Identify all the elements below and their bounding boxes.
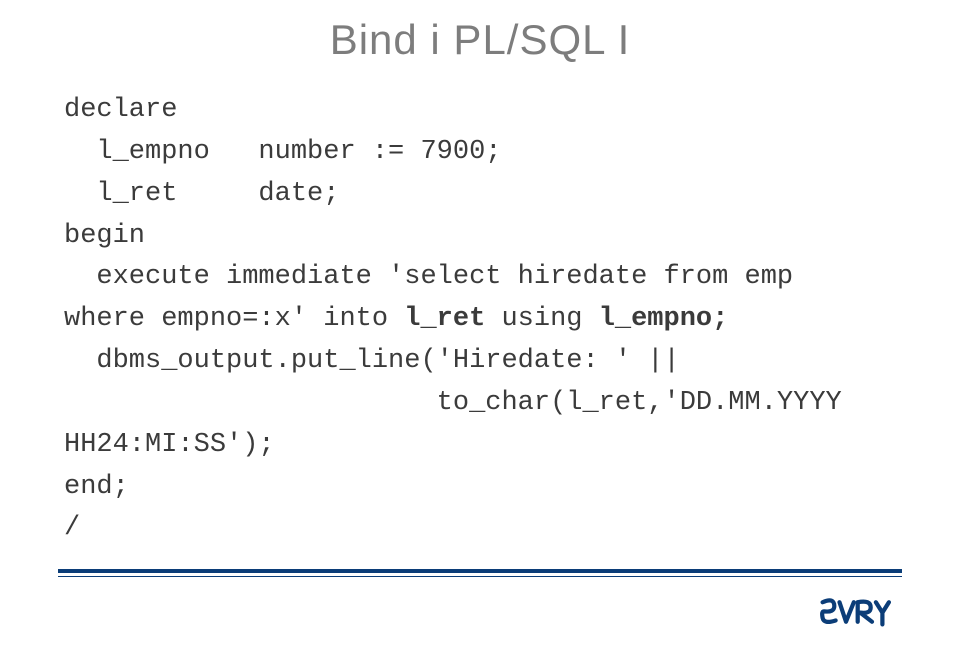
code-line: end; [64,472,129,502]
code-line: where empno=:x' into [64,304,404,334]
code-line: l_empno number := 7900; [64,137,501,167]
footer-divider [58,569,902,577]
code-line: / [64,513,80,543]
code-line: using [485,304,598,334]
divider-thin [58,576,902,577]
evry-logo-svg [820,597,898,627]
code-line: declare [64,95,177,125]
slide-title: Bind i PL/SQL I [0,16,960,64]
code-line: HH24:MI:SS'); [64,430,275,460]
code-bold: l_empno; [599,304,729,334]
code-line: to_char(l_ret,'DD.MM.YYYY [64,388,842,418]
code-block: declare l_empno number := 7900; l_ret da… [64,90,842,550]
evry-logo [820,597,898,627]
code-bold: l_ret [404,304,485,334]
slide-page: Bind i PL/SQL I declare l_empno number :… [0,0,960,649]
divider-thick [58,569,902,573]
code-line: dbms_output.put_line('Hiredate: ' || [64,346,680,376]
code-line: l_ret date; [64,179,339,209]
code-line: execute immediate 'select hiredate from … [64,262,793,292]
code-line: begin [64,221,145,251]
